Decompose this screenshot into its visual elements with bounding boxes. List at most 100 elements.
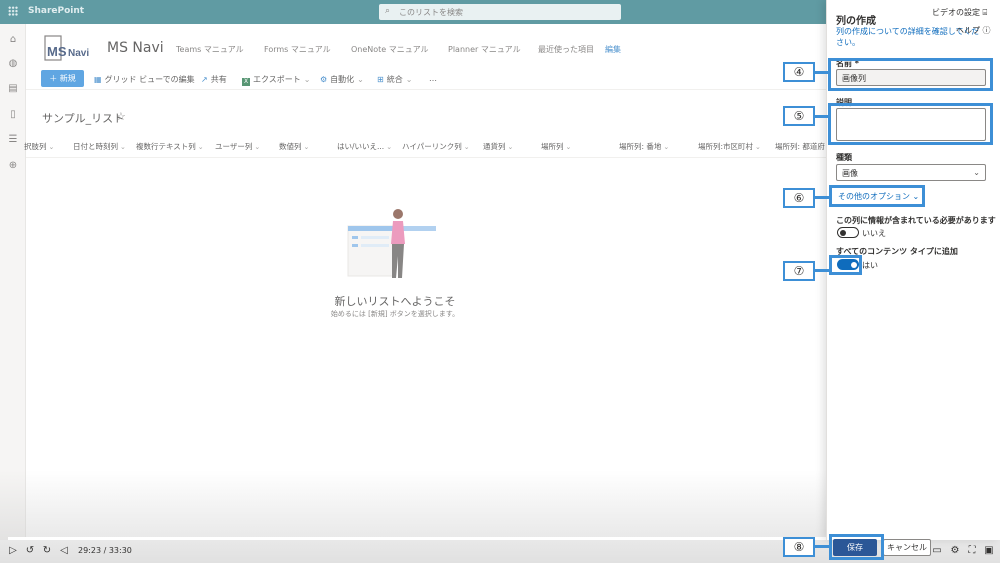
add-all-content-types-toggle-label: はい bbox=[862, 261, 878, 270]
chevron-down-icon: ⌄ bbox=[973, 168, 980, 177]
column-header[interactable]: 場所列 ⌄ bbox=[541, 141, 571, 152]
app-launcher-icon[interactable] bbox=[8, 6, 18, 16]
callout-6-connector bbox=[815, 196, 829, 199]
new-button[interactable]: ＋ 新規 bbox=[41, 70, 84, 87]
database-icon[interactable]: ☰ bbox=[7, 134, 19, 146]
nav-planner[interactable]: Planner マニュアル bbox=[448, 44, 521, 55]
chevron-down-icon: ⌄ bbox=[48, 143, 55, 151]
playback-time: 29:23 / 33:30 bbox=[78, 546, 132, 555]
callout-4-highlight bbox=[828, 58, 993, 91]
toggle-knob bbox=[840, 230, 846, 236]
chevron-down-icon: ⌄ bbox=[755, 143, 761, 151]
integrate-button[interactable]: ⊞ 統合 ⌄ bbox=[377, 74, 415, 85]
callout-7: ⑦ bbox=[783, 261, 815, 281]
required-label: この列に情報が含まれている必要があります bbox=[836, 216, 996, 225]
callout-8-highlight bbox=[829, 534, 884, 560]
column-header[interactable]: 日付と時刻列 ⌄ bbox=[73, 141, 126, 152]
callout-4: ④ bbox=[783, 62, 815, 82]
nav-recent[interactable]: 最近使った項目 bbox=[538, 44, 594, 55]
excel-icon: X bbox=[242, 78, 250, 86]
column-header[interactable]: 場所列: 都道府 bbox=[775, 141, 825, 152]
callout-8-connector bbox=[815, 545, 829, 548]
cancel-button[interactable]: キャンセル bbox=[883, 539, 931, 556]
flow-icon: ⚙ bbox=[320, 75, 328, 84]
play-icon[interactable]: ▷ bbox=[6, 545, 20, 557]
logo-navi-text: Navi bbox=[68, 48, 89, 59]
nav-edit-link[interactable]: 編集 bbox=[605, 44, 621, 55]
empty-list-illustration bbox=[347, 209, 436, 278]
star-icon[interactable]: ☆ bbox=[116, 110, 126, 123]
left-rail: ⌂ ◍ ▤ ▯ ☰ ⊕ bbox=[0, 24, 26, 540]
fullscreen-icon[interactable]: ⛶ bbox=[965, 545, 979, 557]
app-name[interactable]: SharePoint bbox=[28, 6, 84, 16]
callout-6-highlight bbox=[829, 185, 925, 207]
captions-icon[interactable]: ▭ bbox=[930, 545, 944, 557]
add-circle-icon[interactable]: ⊕ bbox=[7, 160, 19, 172]
type-label: 種類 bbox=[836, 153, 852, 162]
globe-icon[interactable]: ◍ bbox=[7, 58, 19, 70]
nav-teams[interactable]: Teams マニュアル bbox=[176, 44, 244, 55]
grid-view-button[interactable]: ▦ グリッド ビューでの編集 bbox=[94, 74, 195, 85]
integrate-icon: ⊞ bbox=[377, 75, 384, 84]
chevron-down-icon: ⌄ bbox=[386, 143, 393, 151]
list-title: サンプル_リスト bbox=[42, 112, 125, 125]
document-icon[interactable]: ▯ bbox=[7, 109, 19, 121]
seek-bar-progress bbox=[8, 537, 871, 540]
chevron-down-icon: ⌄ bbox=[507, 143, 514, 151]
volume-icon[interactable]: ◁ bbox=[57, 545, 71, 557]
required-toggle[interactable] bbox=[837, 227, 859, 238]
chevron-down-icon: ⌄ bbox=[197, 143, 204, 151]
column-header[interactable]: ユーザー列 ⌄ bbox=[215, 141, 260, 152]
callout-7-highlight bbox=[829, 255, 862, 275]
share-button[interactable]: ↗ 共有 bbox=[201, 74, 227, 85]
callout-6: ⑥ bbox=[783, 188, 815, 208]
popout-icon[interactable]: ▣ bbox=[982, 545, 996, 557]
column-header[interactable]: はい/いいえ... ⌄ bbox=[337, 141, 392, 152]
required-toggle-label: いいえ bbox=[862, 229, 886, 238]
logo-ms-text: MS bbox=[47, 44, 67, 59]
callout-5-highlight bbox=[828, 103, 993, 145]
share-icon: ↗ bbox=[201, 75, 208, 84]
chevron-down-icon: ⌄ bbox=[405, 75, 413, 84]
video-settings-link[interactable]: ビデオの設定 ⌸ bbox=[932, 7, 987, 18]
help-link[interactable]: ヘルプ ⓘ bbox=[956, 25, 991, 36]
callout-5-connector bbox=[815, 115, 829, 118]
type-select[interactable]: 画像 ⌄ bbox=[836, 164, 986, 181]
empty-state-subtitle: 始めるには [新規] ボタンを選択します。 bbox=[330, 310, 460, 318]
callout-5: ⑤ bbox=[783, 106, 815, 126]
column-header[interactable]: 択肢列 ⌄ bbox=[24, 141, 54, 152]
search-placeholder: このリストを検索 bbox=[399, 8, 463, 17]
chevron-down-icon: ⌄ bbox=[565, 143, 572, 151]
video-settings-icon: ⌸ bbox=[982, 8, 988, 17]
more-button[interactable]: … bbox=[429, 74, 437, 83]
empty-state-title: 新しいリストへようこそ bbox=[334, 295, 456, 308]
export-button[interactable]: X エクスポート ⌄ bbox=[242, 74, 313, 86]
column-header[interactable]: 場所列: 番地 ⌄ bbox=[619, 141, 669, 152]
nav-onenote[interactable]: OneNote マニュアル bbox=[351, 44, 429, 55]
column-header[interactable]: 複数行テキスト列 ⌄ bbox=[136, 141, 204, 152]
chevron-down-icon: ⌄ bbox=[120, 143, 126, 151]
column-header[interactable]: ハイパーリンク列 ⌄ bbox=[402, 141, 470, 152]
home-icon[interactable]: ⌂ bbox=[7, 34, 19, 46]
site-name[interactable]: MS Navi bbox=[107, 40, 164, 56]
column-header[interactable]: 場所列:市区町村 ⌄ bbox=[698, 141, 761, 152]
search-icon: ⌕ bbox=[385, 6, 391, 16]
grid-icon: ▦ bbox=[94, 75, 102, 84]
chevron-down-icon: ⌄ bbox=[303, 75, 311, 84]
news-icon[interactable]: ▤ bbox=[7, 83, 19, 95]
automate-button[interactable]: ⚙ 自動化 ⌄ bbox=[320, 74, 367, 85]
rewind-10-icon[interactable]: ↺ bbox=[23, 545, 37, 557]
chevron-down-icon: ⌄ bbox=[303, 143, 310, 151]
nav-forms[interactable]: Forms マニュアル bbox=[264, 44, 331, 55]
plus-icon: ＋ bbox=[49, 74, 60, 83]
chevron-down-icon: ⌄ bbox=[254, 143, 261, 151]
column-header[interactable]: 数値列 ⌄ bbox=[279, 141, 309, 152]
forward-10-icon[interactable]: ↻ bbox=[40, 545, 54, 557]
chevron-down-icon: ⌄ bbox=[357, 75, 364, 84]
chevron-down-icon: ⌄ bbox=[663, 143, 670, 151]
site-logo[interactable]: MS Navi bbox=[44, 34, 96, 62]
settings-gear-icon[interactable]: ⚙ bbox=[948, 545, 962, 557]
search-input[interactable]: ⌕ このリストを検索 bbox=[379, 4, 621, 20]
callout-4-connector bbox=[815, 71, 829, 74]
column-header[interactable]: 通貨列 ⌄ bbox=[483, 141, 513, 152]
